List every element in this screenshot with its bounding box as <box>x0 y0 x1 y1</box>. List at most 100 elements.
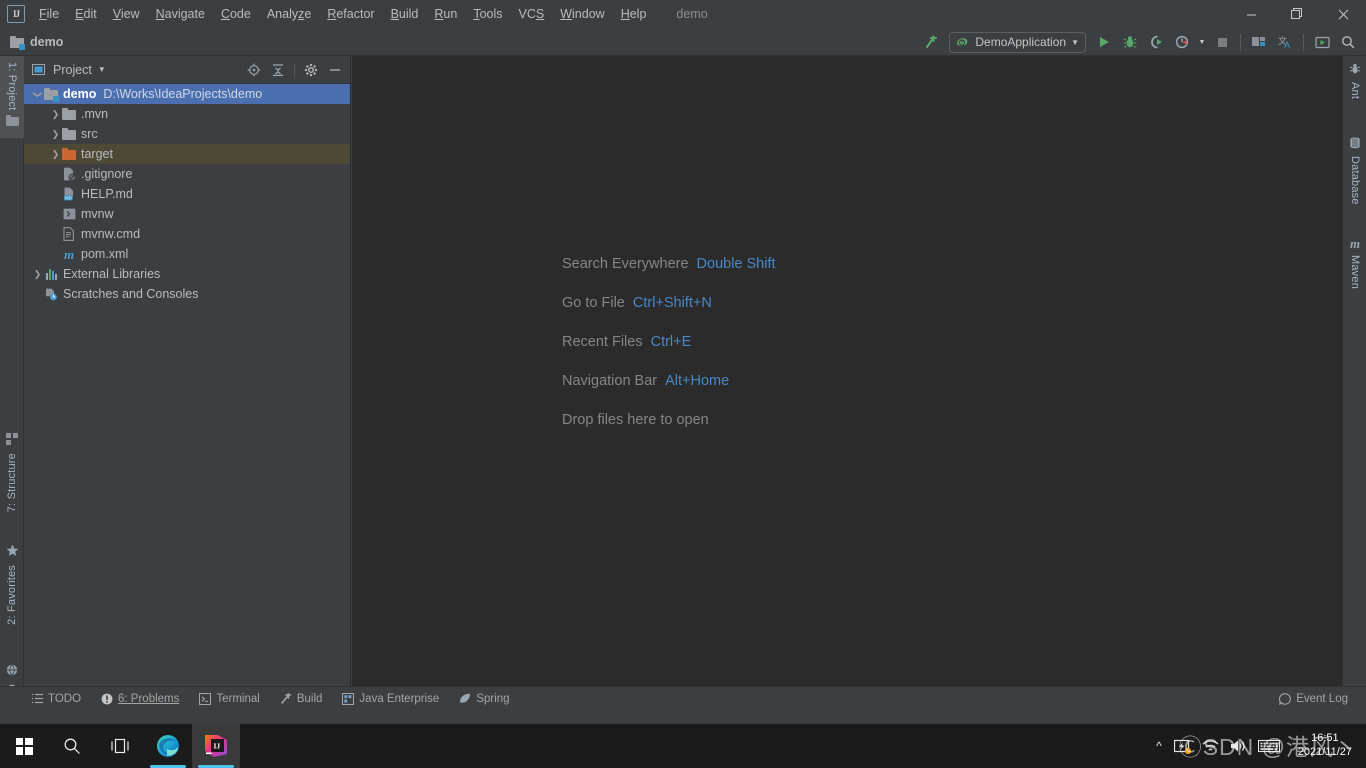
sidebar-item-database[interactable]: Database <box>1343 134 1366 205</box>
scratches-icon <box>43 288 59 301</box>
menu-item-run[interactable]: Run <box>426 4 465 24</box>
status-item-problems[interactable]: 6: Problems <box>91 687 189 711</box>
external-libraries-icon <box>43 268 59 280</box>
chevron-right-icon[interactable]: ❯ <box>50 149 61 160</box>
start-button[interactable] <box>0 724 48 768</box>
chevron-down-icon: ▼ <box>1071 37 1079 47</box>
translate-icon[interactable]: 文 A <box>1273 30 1297 54</box>
cmd-file-icon <box>61 227 77 241</box>
folder-icon <box>61 128 77 140</box>
chevron-right-icon[interactable]: ❯ <box>50 129 61 140</box>
status-item-java-enterprise[interactable]: Java Enterprise <box>332 687 449 711</box>
tree-node-label: pom.xml <box>81 247 129 261</box>
status-item-event-log[interactable]: Event Log <box>1269 687 1358 711</box>
project-tree: ❯ demo D:\Works\IdeaProjects\demo ❯ .mvn ❯ src… <box>24 84 350 304</box>
tree-node-target[interactable]: ❯ target <box>24 144 350 164</box>
build-hammer-icon[interactable] <box>919 30 943 54</box>
close-button[interactable] <box>1320 0 1366 28</box>
menu-item-vcs[interactable]: VCS <box>511 4 553 24</box>
tree-node-demo[interactable]: ❯ demo D:\Works\IdeaProjects\demo <box>24 84 350 104</box>
module-folder-icon <box>10 35 25 50</box>
volume-icon[interactable] <box>1230 739 1247 753</box>
tree-node-help-md[interactable]: MD HELP.md <box>24 184 350 204</box>
debug-icon[interactable] <box>1118 30 1142 54</box>
editor-hint-search-everywhere: Search Everywhere Double Shift <box>562 256 776 272</box>
hide-icon[interactable] <box>324 59 346 81</box>
chevron-down-icon[interactable]: ❯ <box>32 89 43 100</box>
menu-item-tools[interactable]: Tools <box>465 4 510 24</box>
tree-node-gitignore[interactable]: .gitignore <box>24 164 350 184</box>
project-panel-actions <box>243 59 350 81</box>
menu-item-analyze[interactable]: Analyze <box>259 4 319 24</box>
svg-text:IJ: IJ <box>214 742 221 751</box>
editor-hint-go-to-file: Go to File Ctrl+Shift+N <box>562 295 776 311</box>
taskbar-clock[interactable]: 16:51 2021/11/27 <box>1292 732 1358 760</box>
maximize-restore-button[interactable] <box>1274 0 1320 28</box>
tool-window-label-structure: 7: Structure <box>6 453 18 513</box>
intellij-button[interactable]: IJ <box>192 724 240 768</box>
project-structure-icon[interactable] <box>1247 30 1271 54</box>
run-configuration-label: DemoApplication <box>975 35 1067 49</box>
menu-item-build[interactable]: Build <box>383 4 427 24</box>
status-item-todo-label: TODO <box>48 692 82 705</box>
hint-action: Drop files here to open <box>562 412 709 428</box>
menu-item-file[interactable]: File <box>31 4 67 24</box>
tree-node-mvnw-cmd[interactable]: mvnw.cmd <box>24 224 350 244</box>
menu-item-view[interactable]: View <box>105 4 148 24</box>
taskbar-search-button[interactable] <box>48 724 96 768</box>
panel-chevron-down-icon[interactable]: ▼ <box>98 65 106 74</box>
chevron-right-icon[interactable]: ❯ <box>32 269 43 280</box>
menu-item-window[interactable]: Window <box>552 4 612 24</box>
edge-icon <box>156 734 180 758</box>
gear-icon[interactable] <box>300 59 322 81</box>
chevron-right-icon[interactable]: ❯ <box>50 109 61 120</box>
collapse-all-icon[interactable] <box>267 59 289 81</box>
tree-node-mvn[interactable]: ❯ .mvn <box>24 104 350 124</box>
profiler-dropdown-icon[interactable]: ▼ <box>1196 30 1208 54</box>
search-icon[interactable] <box>1336 30 1360 54</box>
breadcrumb[interactable]: demo <box>10 35 63 50</box>
tree-node-external-libraries[interactable]: ❯ External Libraries <box>24 264 350 284</box>
minimize-button[interactable] <box>1228 0 1274 28</box>
select-opened-file-icon[interactable] <box>243 59 265 81</box>
editor-empty-area[interactable]: Search Everywhere Double Shift Go to File C… <box>352 56 1342 686</box>
status-item-terminal[interactable]: Terminal <box>189 687 269 711</box>
keyboard-icon[interactable] <box>1257 739 1280 753</box>
stop-icon[interactable] <box>1210 30 1234 54</box>
tree-node-label: mvnw <box>81 207 114 221</box>
wifi-icon[interactable] <box>1202 739 1219 753</box>
task-view-button[interactable] <box>96 724 144 768</box>
status-item-todo[interactable]: TODO <box>22 687 91 711</box>
tree-node-pom-xml[interactable]: m pom.xml <box>24 244 350 264</box>
profiler-icon[interactable] <box>1170 30 1194 54</box>
menu-item-refactor[interactable]: Refactor <box>319 4 382 24</box>
updates-icon[interactable] <box>1310 30 1334 54</box>
tree-node-label: External Libraries <box>63 267 161 281</box>
tree-node-label: target <box>81 147 113 161</box>
run-configuration-selector[interactable]: DemoApplication ▼ <box>949 31 1086 53</box>
tree-node-mvnw[interactable]: mvnw <box>24 204 350 224</box>
menu-item-navigate[interactable]: Navigate <box>148 4 213 24</box>
status-item-spring[interactable]: Spring <box>449 687 519 711</box>
tree-node-scratches-and-consoles[interactable]: Scratches and Consoles <box>24 284 350 304</box>
menu-item-help[interactable]: Help <box>613 4 655 24</box>
maven-icon: m <box>1349 236 1361 251</box>
sidebar-item-ant[interactable]: Ant <box>1343 60 1366 99</box>
run-icon[interactable] <box>1092 30 1116 54</box>
sidebar-item-maven[interactable]: m Maven <box>1343 234 1366 289</box>
sidebar-item-project[interactable]: 1: Project <box>0 56 24 139</box>
tray-chevron-up-icon[interactable]: ^ <box>1156 739 1162 753</box>
menu-item-edit[interactable]: Edit <box>67 4 105 24</box>
edge-button[interactable] <box>144 724 192 768</box>
sidebar-item-favorites[interactable]: 2: Favorites <box>0 541 24 625</box>
menu-item-code[interactable]: Code <box>213 4 259 24</box>
battery-icon[interactable] <box>1173 739 1191 754</box>
tree-node-src[interactable]: ❯ src <box>24 124 350 144</box>
sidebar-item-structure[interactable]: 7: Structure <box>0 430 24 512</box>
run-with-coverage-icon[interactable] <box>1144 30 1168 54</box>
status-item-build[interactable]: Build <box>270 687 333 711</box>
toolbar-divider-2 <box>1303 33 1304 51</box>
